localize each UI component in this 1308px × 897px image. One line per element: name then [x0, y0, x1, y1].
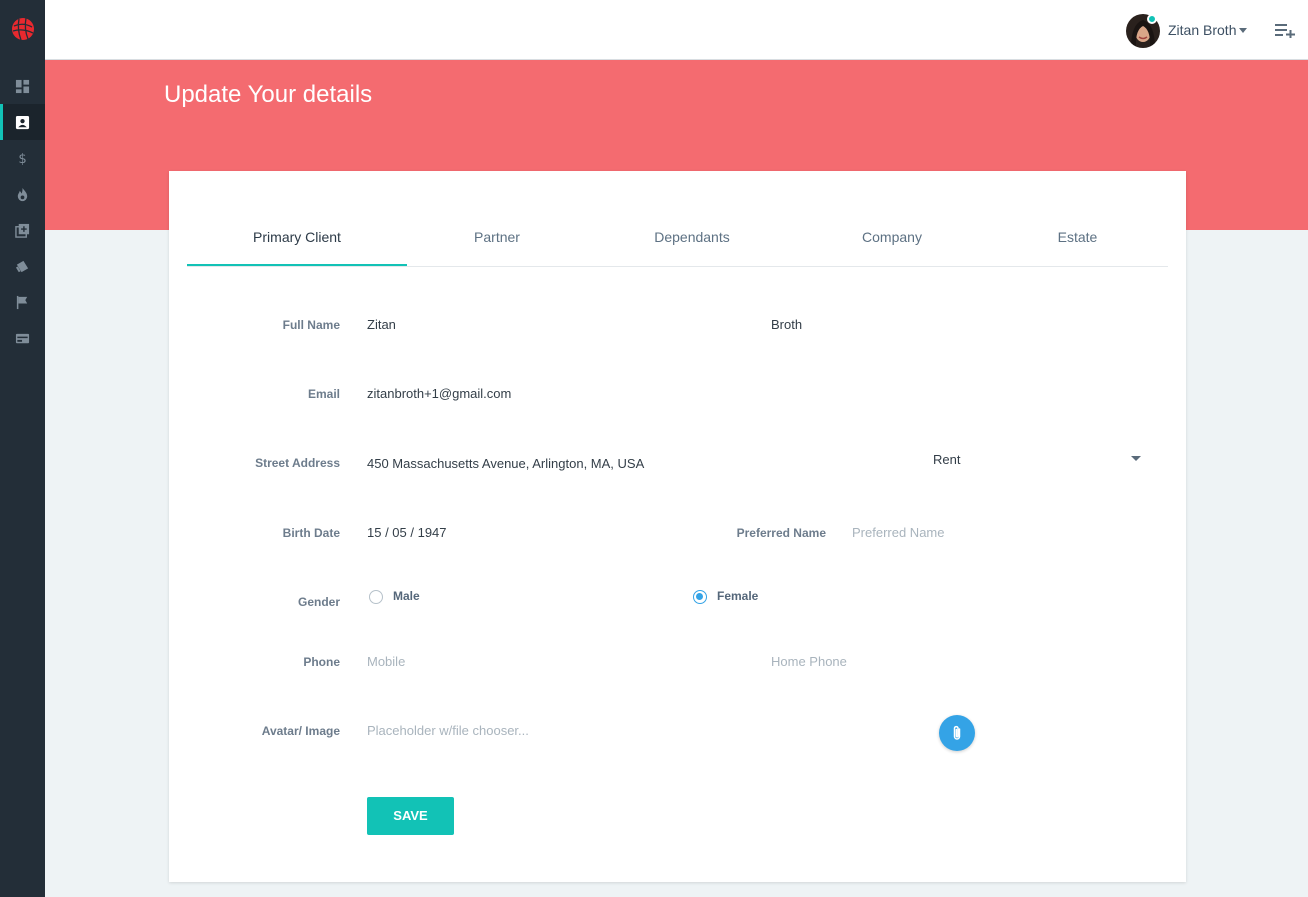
- avatar-label: Avatar/ Image: [261, 724, 340, 738]
- sidebar-item-contacts[interactable]: [0, 104, 45, 140]
- birth-date-field[interactable]: 15 / 05 / 1947: [367, 525, 447, 540]
- sidebar-item-finance[interactable]: $: [0, 140, 45, 176]
- save-button[interactable]: SAVE: [367, 797, 454, 835]
- gender-female-radio[interactable]: [693, 590, 707, 604]
- preferred-name-field[interactable]: Preferred Name: [852, 525, 944, 540]
- tenure-select[interactable]: Rent: [933, 452, 960, 467]
- details-card: Primary Client Partner Dependants Compan…: [169, 171, 1186, 882]
- tab-estate[interactable]: Estate: [987, 211, 1168, 267]
- email-label: Email: [307, 387, 340, 401]
- gender-male-label[interactable]: Male: [393, 589, 420, 603]
- home-phone-field[interactable]: Home Phone: [771, 654, 847, 669]
- sidebar: $: [0, 0, 45, 897]
- gender-male-radio[interactable]: [369, 590, 383, 604]
- sidebar-item-billing[interactable]: [0, 320, 45, 356]
- playlist-add-icon[interactable]: [1275, 22, 1295, 38]
- dashboard-icon: [15, 79, 30, 93]
- fire-icon: [17, 187, 28, 201]
- street-address-field[interactable]: 450 Massachusetts Avenue, Arlington, MA,…: [367, 456, 644, 471]
- email-field[interactable]: zitanbroth+1@gmail.com: [367, 386, 511, 401]
- user-menu-chevron-down-icon[interactable]: [1239, 28, 1247, 33]
- online-status-dot: [1147, 14, 1157, 24]
- gender-label: Gender: [297, 595, 340, 609]
- tags-icon: [15, 260, 29, 272]
- svg-text:$: $: [18, 152, 26, 166]
- tab-primary-client[interactable]: Primary Client: [187, 211, 407, 267]
- avatar-file-field[interactable]: Placeholder w/file chooser...: [367, 723, 529, 738]
- sidebar-item-flags[interactable]: [0, 284, 45, 320]
- tab-company[interactable]: Company: [797, 211, 987, 267]
- phone-label: Phone: [303, 655, 340, 669]
- mobile-phone-field[interactable]: Mobile: [367, 654, 405, 669]
- tenure-chevron-down-icon[interactable]: [1131, 456, 1141, 461]
- active-tab-indicator: [187, 264, 407, 266]
- dollar-icon: $: [18, 152, 26, 166]
- sidebar-item-tags[interactable]: [0, 248, 45, 284]
- attach-file-button[interactable]: [939, 715, 975, 751]
- library-add-icon: [15, 223, 30, 238]
- contact-card-icon: [15, 115, 30, 129]
- tab-partner[interactable]: Partner: [407, 211, 587, 267]
- sidebar-item-hot[interactable]: [0, 176, 45, 212]
- sidebar-item-library[interactable]: [0, 212, 45, 248]
- last-name-field[interactable]: Broth: [771, 317, 802, 332]
- top-bar: [45, 0, 1308, 60]
- user-name[interactable]: Zitan Broth: [1168, 22, 1236, 38]
- app-logo-icon[interactable]: [11, 17, 35, 41]
- street-address-label: Street Address: [255, 456, 340, 470]
- tab-dependants[interactable]: Dependants: [597, 211, 787, 267]
- first-name-field[interactable]: Zitan: [367, 317, 396, 332]
- sidebar-item-dashboard[interactable]: [0, 68, 45, 104]
- gender-female-label[interactable]: Female: [717, 589, 758, 603]
- full-name-label: Full Name: [282, 318, 340, 332]
- birth-date-label: Birth Date: [282, 526, 340, 540]
- preferred-name-label: Preferred Name: [736, 526, 826, 540]
- flag-icon: [16, 295, 28, 309]
- paperclip-icon: [953, 725, 961, 740]
- page-title: Update Your details: [164, 81, 373, 108]
- client-tabs: Primary Client Partner Dependants Compan…: [187, 211, 1168, 267]
- credit-card-icon: [15, 333, 30, 343]
